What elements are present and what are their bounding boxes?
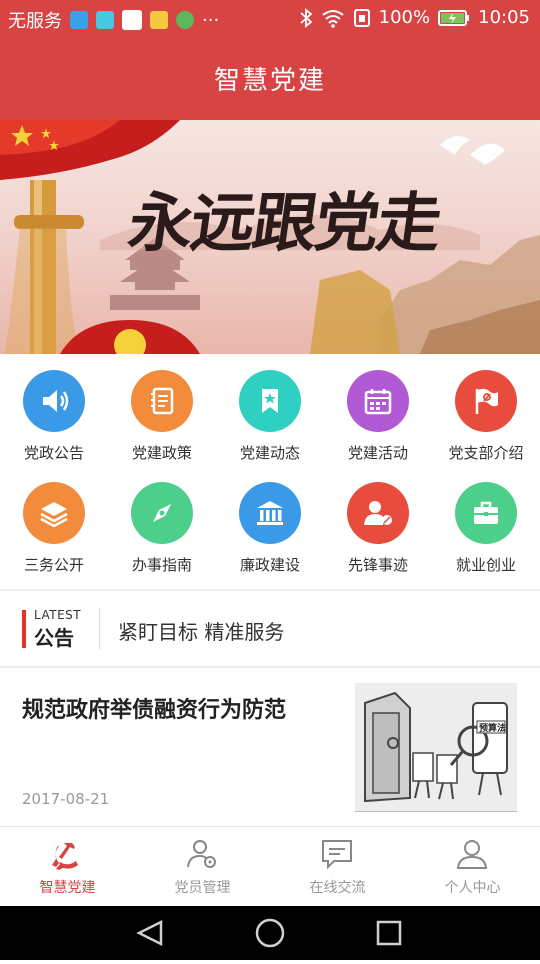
app-notification-icon xyxy=(122,10,142,30)
layers-icon xyxy=(23,482,85,544)
home-icon[interactable] xyxy=(255,918,285,948)
wifi-icon xyxy=(322,9,344,28)
battery-icon xyxy=(438,9,470,26)
thumbnail-tag: 预算法 xyxy=(479,724,507,734)
back-icon[interactable] xyxy=(136,919,163,947)
sim-icon xyxy=(353,8,370,27)
app-notification-icon xyxy=(70,11,88,29)
party-emblem-icon xyxy=(52,843,78,870)
section-divider xyxy=(0,589,540,591)
notice-badge-latest: LATEST xyxy=(34,608,82,622)
member-settings-icon xyxy=(187,840,216,868)
notice-badge-title: 公告 xyxy=(34,626,74,650)
grid-item-label: 党政公告 xyxy=(23,444,84,462)
app-header: 智慧党建 xyxy=(0,36,540,120)
banner-slogan: 永远跟党走 xyxy=(123,186,445,261)
grid-item-label: 三务公开 xyxy=(23,556,84,574)
grid-item-label: 党支部介绍 xyxy=(448,444,524,462)
grid-item-announcement[interactable]: 党政公告 xyxy=(0,354,108,466)
compass-icon xyxy=(131,482,193,544)
tab-label: 在线交流 xyxy=(309,880,366,896)
clock: 10:05 xyxy=(478,7,530,28)
calendar-icon xyxy=(347,370,409,432)
grid-item-dynamics[interactable]: 党建动态 xyxy=(216,354,324,466)
grid-item-activities[interactable]: 党建活动 xyxy=(324,354,432,466)
grid-item-label: 先锋事迹 xyxy=(347,556,408,574)
grid-item-guide[interactable]: 办事指南 xyxy=(108,466,216,578)
app-notification-icon xyxy=(96,11,114,29)
status-bar: 无服务 ··· 100% 10:05 xyxy=(0,0,540,36)
more-notifications-icon: ··· xyxy=(202,9,220,31)
banner-carousel[interactable]: 永远跟党走 xyxy=(0,120,540,354)
carrier-text: 无服务 xyxy=(8,11,62,32)
tab-member-management[interactable]: 党员管理 xyxy=(135,827,270,907)
notebook-icon xyxy=(131,370,193,432)
notice-separator xyxy=(99,608,100,650)
grid-item-label: 党建活动 xyxy=(347,444,408,462)
party-flag-icon xyxy=(455,370,517,432)
grid-item-label: 党建政策 xyxy=(131,444,192,462)
tab-profile[interactable]: 个人中心 xyxy=(405,827,540,907)
grid-item-policy[interactable]: 党建政策 xyxy=(108,354,216,466)
news-item[interactable]: 规范政府举债融资行为防范 2017-08-21 预算法 xyxy=(0,668,540,826)
battery-percent: 100% xyxy=(378,7,431,28)
news-date: 2017-08-21 xyxy=(22,790,110,808)
news-title: 规范政府举债融资行为防范 xyxy=(22,698,287,723)
chat-icon xyxy=(322,840,352,870)
news-thumbnail: 预算法 xyxy=(355,683,517,812)
notice-bar[interactable]: LATEST 公告 紧盯目标 精准服务 xyxy=(0,592,540,666)
notice-accent-bar xyxy=(22,610,26,648)
grid-item-pioneer[interactable]: 先锋事迹 xyxy=(324,466,432,578)
page-title: 智慧党建 xyxy=(213,65,326,96)
grid-item-label: 党建动态 xyxy=(239,444,300,462)
pioneer-icon xyxy=(347,482,409,544)
tab-label: 个人中心 xyxy=(444,880,501,896)
grid-item-branch-intro[interactable]: 党支部介绍 xyxy=(432,354,540,466)
bottom-tab-bar: 智慧党建 党员管理 在线交流 个人中心 xyxy=(0,826,540,907)
recent-apps-icon[interactable] xyxy=(376,920,402,946)
function-grid: 党政公告 党建政策 党建动态 党建活动 党支部介绍 三务公开 办事指南 廉政建设… xyxy=(0,354,540,590)
system-navigation-bar xyxy=(0,906,540,960)
grid-item-integrity[interactable]: 廉政建设 xyxy=(216,466,324,578)
tab-online-chat[interactable]: 在线交流 xyxy=(270,827,405,907)
app-notification-icon xyxy=(176,11,194,29)
bookmark-star-icon xyxy=(239,370,301,432)
institution-icon xyxy=(239,482,301,544)
grid-item-employment[interactable]: 就业创业 xyxy=(432,466,540,578)
speaker-icon xyxy=(23,370,85,432)
grid-item-label: 办事指南 xyxy=(131,556,192,574)
tab-smart-party[interactable]: 智慧党建 xyxy=(0,827,135,907)
notice-text: 紧盯目标 精准服务 xyxy=(118,620,285,644)
user-icon xyxy=(456,840,488,869)
tab-label: 党员管理 xyxy=(174,880,231,896)
grid-item-label: 廉政建设 xyxy=(239,556,300,574)
grid-item-label: 就业创业 xyxy=(455,556,516,574)
bluetooth-icon xyxy=(300,7,313,28)
app-notification-icon xyxy=(150,11,168,29)
briefcase-icon xyxy=(455,482,517,544)
grid-item-three-affairs[interactable]: 三务公开 xyxy=(0,466,108,578)
cartoon-thumbnail-image xyxy=(355,683,517,811)
tab-label: 智慧党建 xyxy=(39,880,96,896)
